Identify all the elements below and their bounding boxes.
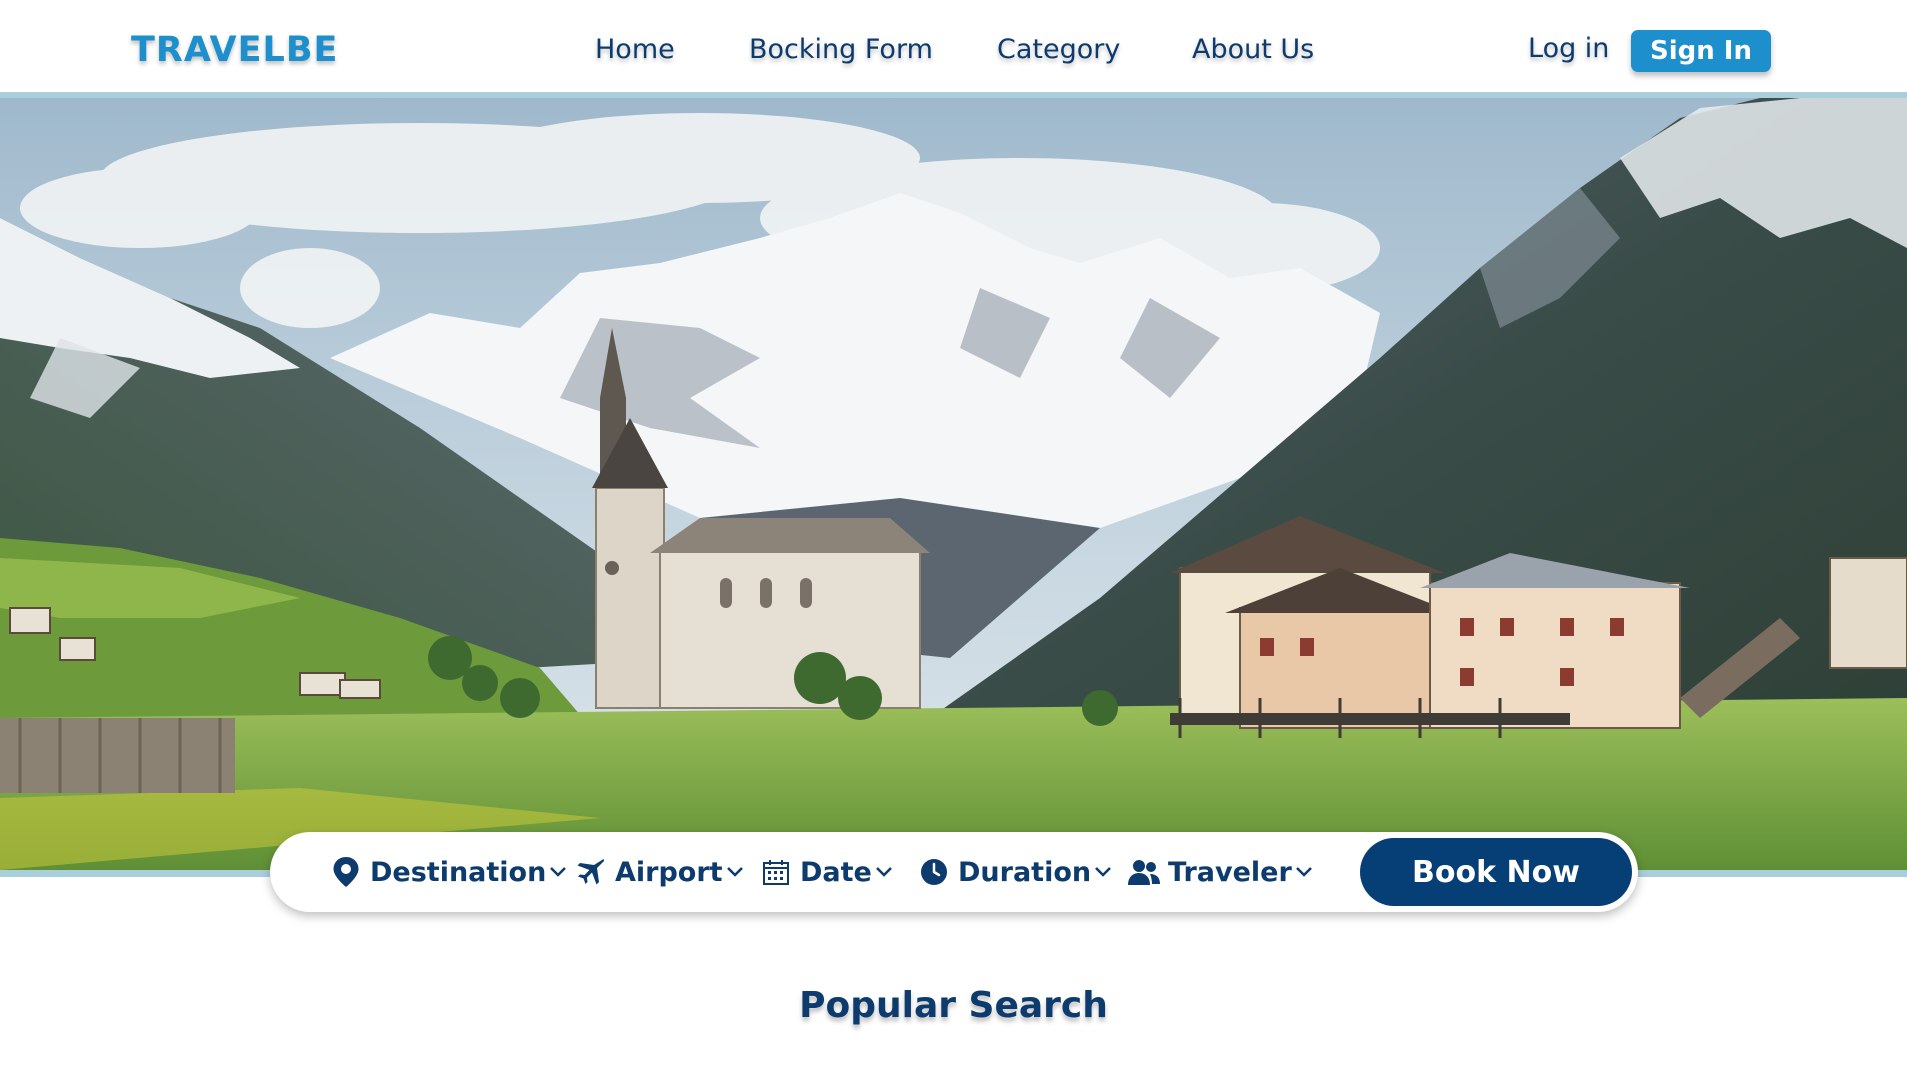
popular-search-heading: Popular Search: [799, 985, 1108, 1026]
destination-label: Destination: [370, 856, 547, 888]
brand-logo[interactable]: TRAVELBE: [131, 30, 338, 70]
chevron-down-icon: [1095, 867, 1111, 877]
traveler-label: Traveler: [1168, 856, 1292, 888]
signin-button[interactable]: Sign In: [1631, 30, 1771, 72]
date-dropdown[interactable]: Date: [760, 832, 893, 912]
duration-dropdown[interactable]: Duration: [918, 832, 1112, 912]
hero-image: [0, 98, 1907, 870]
nav-about-us[interactable]: About Us: [1192, 34, 1314, 65]
traveler-dropdown[interactable]: Traveler: [1128, 832, 1313, 912]
calendar-icon: [760, 856, 792, 888]
duration-label: Duration: [958, 856, 1092, 888]
book-now-button[interactable]: Book Now: [1360, 838, 1632, 906]
clock-icon: [918, 856, 950, 888]
date-label: Date: [800, 856, 872, 888]
nav-booking-form[interactable]: Bocking Form: [749, 34, 933, 65]
chevron-down-icon: [875, 867, 892, 877]
users-icon: [1128, 856, 1160, 888]
chevron-down-icon: [726, 867, 743, 877]
airport-label: Airport: [615, 856, 723, 888]
chevron-down-icon: [1295, 867, 1312, 877]
airport-dropdown[interactable]: Airport: [575, 832, 744, 912]
nav-category[interactable]: Category: [997, 34, 1120, 65]
top-navbar: TRAVELBE Home Bocking Form Category Abou…: [0, 0, 1907, 92]
chevron-down-icon: [550, 867, 567, 877]
hero-landscape-illustration: [0, 98, 1907, 870]
search-bar: Destination Airport Date Duration Travel…: [270, 832, 1638, 912]
airplane-icon: [575, 856, 607, 888]
map-pin-icon: [330, 856, 362, 888]
login-link[interactable]: Log in: [1528, 33, 1609, 64]
nav-home[interactable]: Home: [595, 34, 675, 65]
destination-dropdown[interactable]: Destination: [330, 832, 567, 912]
